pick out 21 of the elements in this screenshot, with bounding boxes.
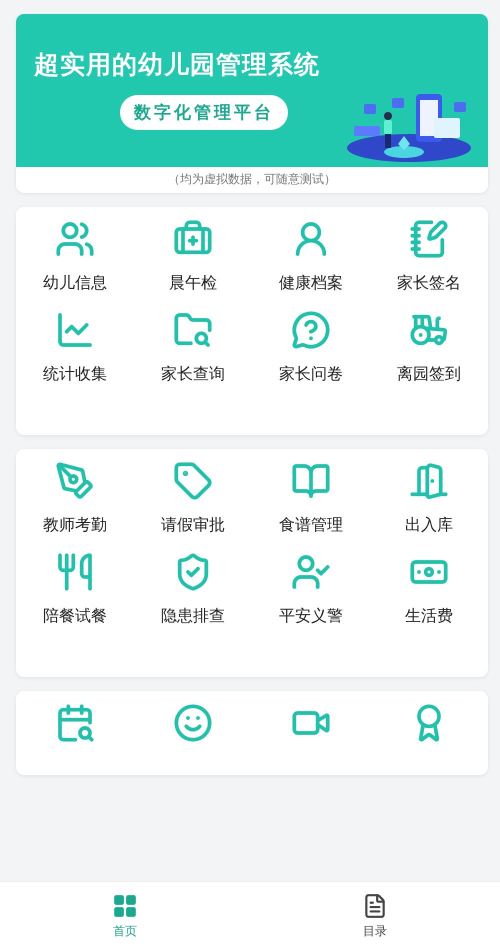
- menu-label[interactable]: 晨午检: [169, 273, 217, 294]
- menu-label[interactable]: 幼儿信息: [43, 273, 107, 294]
- menu-label[interactable]: 健康档案: [279, 273, 343, 294]
- menu-label[interactable]: 隐患排查: [161, 606, 225, 627]
- menu-label[interactable]: 家长签名: [397, 273, 461, 294]
- tab[interactable]: 目录: [250, 882, 500, 950]
- banner-tagline: 数字化管理平台: [120, 95, 288, 130]
- menu-label[interactable]: 食谱管理: [279, 515, 343, 536]
- menu-label[interactable]: 离园签到: [397, 364, 461, 385]
- menu-label[interactable]: 请假审批: [161, 515, 225, 536]
- banner-title: 超实用的幼儿园管理系统: [34, 49, 321, 81]
- menu-label[interactable]: 统计收集: [43, 364, 107, 385]
- menu-label[interactable]: 家长查询: [161, 364, 225, 385]
- menu-label[interactable]: 教师考勤: [43, 515, 107, 536]
- menu-label[interactable]: 出入库: [405, 515, 453, 536]
- menu-label[interactable]: 家长问卷: [279, 364, 343, 385]
- disclaimer-text: （均为虚拟数据，可随意测试）: [167, 171, 337, 188]
- menu-label[interactable]: 生活费: [405, 606, 453, 627]
- menu-label[interactable]: 陪餐试餐: [43, 606, 107, 627]
- menu-label[interactable]: 平安义警: [279, 606, 343, 627]
- grid-icon: [112, 892, 138, 918]
